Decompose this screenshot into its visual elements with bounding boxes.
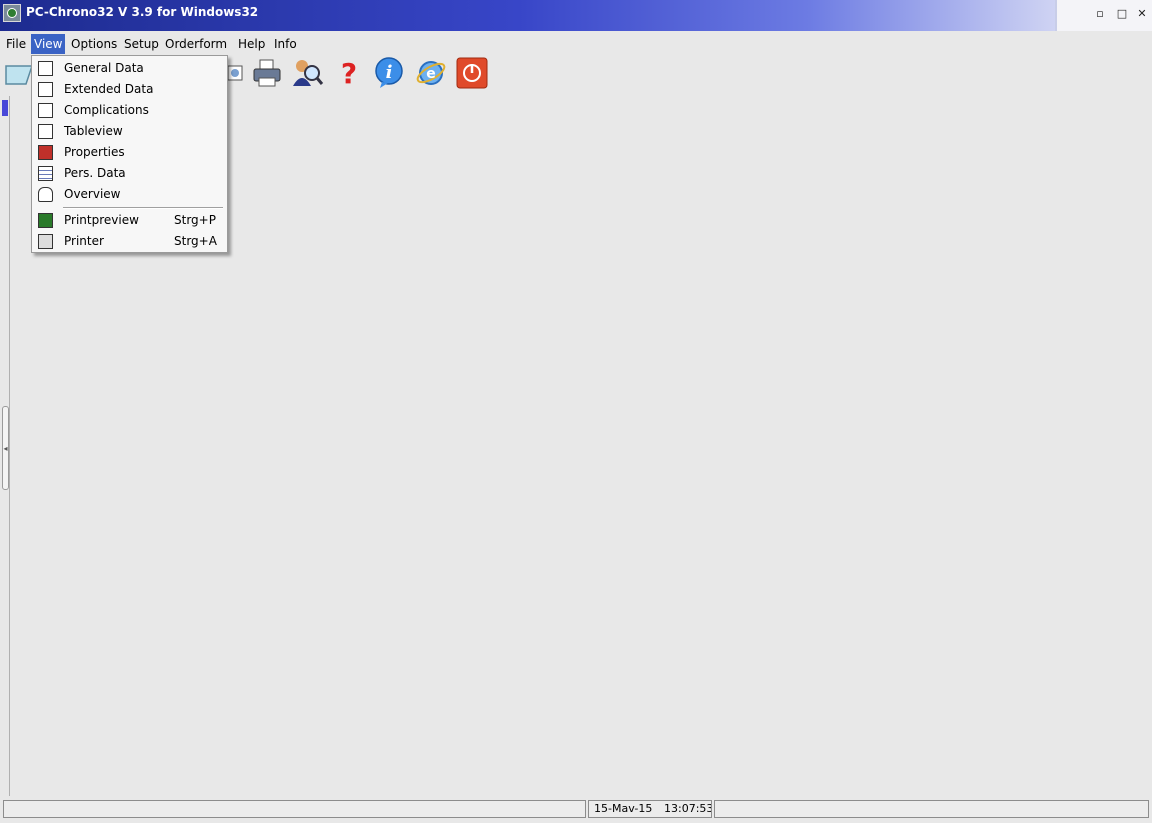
- menu-item-shortcut: Strg+A: [174, 234, 217, 248]
- menu-file[interactable]: File: [3, 34, 29, 54]
- svg-text:e: e: [426, 66, 436, 82]
- printer-icon: [38, 234, 53, 249]
- menu-item-complications[interactable]: Complications: [33, 100, 226, 121]
- maximize-button[interactable]: □: [1113, 6, 1131, 22]
- menu-item-overview[interactable]: Overview: [33, 184, 226, 205]
- menu-help[interactable]: Help: [235, 34, 268, 54]
- tableview-icon: [38, 124, 53, 139]
- status-bar: 15-Mav-15 13:07:53: [0, 797, 1152, 823]
- properties-icon: [38, 145, 53, 160]
- menu-options[interactable]: Options: [68, 34, 120, 54]
- menu-item-label: Tableview: [64, 124, 123, 138]
- svg-text:i: i: [386, 62, 393, 83]
- question-icon[interactable]: ?: [332, 56, 366, 90]
- search-person-icon[interactable]: [290, 56, 324, 90]
- status-panel-datetime: 15-Mav-15 13:07:53: [588, 800, 712, 818]
- info-icon[interactable]: i: [372, 56, 406, 90]
- menu-item-label: Pers. Data: [64, 166, 126, 180]
- caption-buttons: ▫ □ ✕: [1055, 0, 1152, 31]
- svg-text:?: ?: [341, 57, 357, 90]
- close-button[interactable]: ✕: [1133, 6, 1151, 22]
- general-data-icon: [38, 61, 53, 76]
- menu-item-label: Overview: [64, 187, 121, 201]
- app-icon[interactable]: [3, 4, 21, 22]
- menu-item-extended-data[interactable]: Extended Data: [33, 79, 226, 100]
- status-time: 13:07:53: [664, 802, 712, 815]
- printpreview-icon: [38, 213, 53, 228]
- complications-icon: [38, 103, 53, 118]
- pers-data-icon: [38, 166, 53, 181]
- menu-item-label: Extended Data: [64, 82, 154, 96]
- view-menu-dropdown: General Data Extended Data Complications…: [31, 55, 228, 253]
- menu-bar: File View Options Setup Orderform Help I…: [0, 33, 1152, 54]
- menu-item-pers-data[interactable]: Pers. Data: [33, 163, 226, 184]
- internet-explorer-icon[interactable]: e: [414, 56, 448, 90]
- power-icon[interactable]: [455, 56, 489, 90]
- menu-item-label: General Data: [64, 61, 144, 75]
- menu-setup[interactable]: Setup: [121, 34, 162, 54]
- overview-icon: [38, 187, 53, 202]
- status-date: 15-Mav-15: [594, 802, 653, 815]
- minimize-button[interactable]: ▫: [1091, 6, 1109, 22]
- printer-icon[interactable]: [250, 56, 284, 90]
- menu-item-properties[interactable]: Properties: [33, 142, 226, 163]
- menu-item-label: Properties: [64, 145, 125, 159]
- menu-item-label: Printpreview: [64, 213, 139, 227]
- menu-item-label: Printer: [64, 234, 104, 248]
- menu-view[interactable]: View: [31, 34, 66, 54]
- menu-separator: [63, 207, 223, 209]
- menu-item-label: Complications: [64, 103, 149, 117]
- left-panel: ◂: [0, 96, 10, 796]
- title-bar: PC-Chrono32 V 3.9 for Windows32 ▫ □ ✕: [0, 0, 1152, 31]
- window-title: PC-Chrono32 V 3.9 for Windows32: [26, 5, 259, 19]
- splitter-handle[interactable]: ◂: [2, 406, 9, 490]
- menu-item-general-data[interactable]: General Data: [33, 58, 226, 79]
- extended-data-icon: [38, 82, 53, 97]
- menu-item-printpreview[interactable]: Printpreview Strg+P: [33, 210, 226, 231]
- menu-info[interactable]: Info: [271, 34, 300, 54]
- left-accent: [2, 100, 8, 116]
- status-panel-main: [3, 800, 586, 818]
- menu-item-shortcut: Strg+P: [174, 213, 216, 227]
- menu-item-printer[interactable]: Printer Strg+A: [33, 231, 226, 252]
- status-panel-extra: [714, 800, 1149, 818]
- menu-orderform[interactable]: Orderform: [162, 34, 230, 54]
- menu-item-tableview[interactable]: Tableview: [33, 121, 226, 142]
